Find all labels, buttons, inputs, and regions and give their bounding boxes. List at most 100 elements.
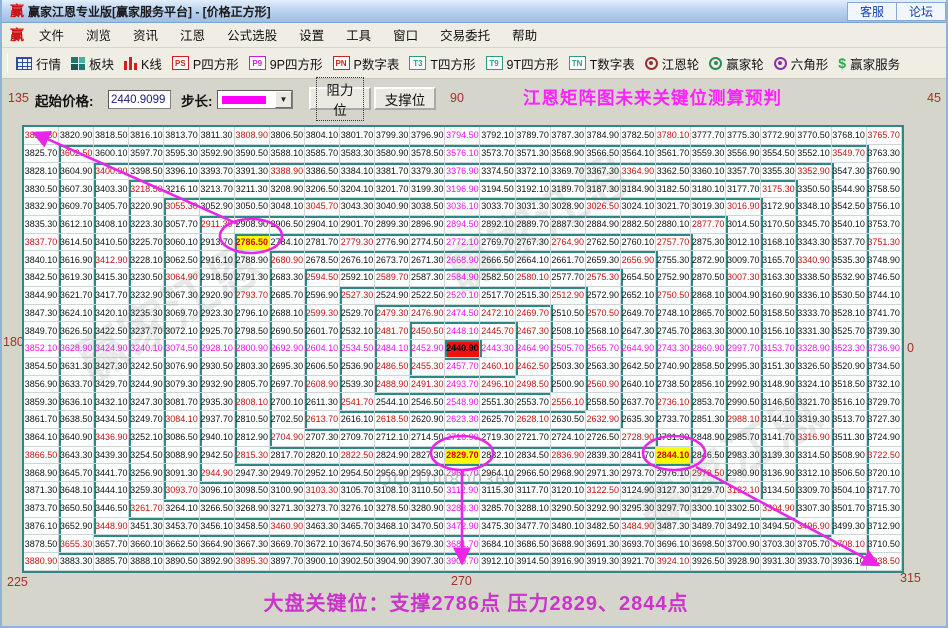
matrix-cell: 3919.30 <box>586 553 621 571</box>
matrix-cell: 2491.30 <box>410 376 445 394</box>
matrix-cell: 3724.90 <box>867 429 902 447</box>
matrix-cell: 3638.50 <box>59 411 94 429</box>
matrix-cell: 2632.90 <box>586 411 621 429</box>
matrix-cell: 2534.50 <box>340 340 375 358</box>
matrix-cell: 3374.50 <box>480 163 515 181</box>
toolbar-item-T数字表[interactable]: TNT数字表 <box>564 52 640 75</box>
matrix-cell: 2464.90 <box>516 340 551 358</box>
toolbar-item-9P四方形[interactable]: P99P四方形 <box>244 52 328 75</box>
matrix-cell: 3924.10 <box>656 553 691 571</box>
matrix-cell: 3477.70 <box>516 518 551 536</box>
toolbar-item-行情[interactable]: 行情 <box>11 52 66 75</box>
matrix-cell: 3280.90 <box>410 500 445 518</box>
toolbar-item-六角形[interactable]: 六角形 <box>769 52 834 75</box>
matrix-cell: 2498.50 <box>516 376 551 394</box>
matrix-cell: 2716.90 <box>445 429 480 447</box>
matrix-cell: 3184.90 <box>621 180 656 198</box>
menu-item-设置[interactable]: 设置 <box>288 26 335 46</box>
key-levels-status-text: 大盘关键位：支撑2786点 压力2829、2844点 <box>2 587 948 616</box>
matrix-cell-highlight-2829.70: 2829.70 <box>445 447 480 465</box>
matrix-cell: 3892.90 <box>200 553 235 571</box>
quote-grid-icon <box>16 57 32 70</box>
matrix-cell: 2997.70 <box>726 340 761 358</box>
matrix-cell: 3266.50 <box>200 500 235 518</box>
toolbar-item-P四方形[interactable]: PSP四方形 <box>167 52 244 75</box>
step-style-dropdown[interactable]: ▼ <box>217 90 293 109</box>
menu-item-窗口[interactable]: 窗口 <box>382 26 429 46</box>
matrix-cell: 2457.70 <box>445 358 480 376</box>
matrix-cell: 2572.90 <box>586 287 621 305</box>
matrix-cell: 3120.10 <box>551 482 586 500</box>
menu-item-资讯[interactable]: 资讯 <box>122 26 169 46</box>
matrix-cell: 2736.10 <box>656 393 691 411</box>
toolbar-item-江恩轮[interactable]: 江恩轮 <box>640 52 705 75</box>
start-price-input[interactable] <box>108 90 171 109</box>
gann-square-region: 180 3823.303820.903818.503816.103813.703… <box>2 122 948 574</box>
matrix-cell: 2709.70 <box>340 429 375 447</box>
toolbar-item-T四方形[interactable]: T3T四方形 <box>404 52 480 75</box>
toolbar-item-板块[interactable]: 板块 <box>66 52 119 75</box>
matrix-cell: 3352.90 <box>796 163 831 181</box>
matrix-cell: 3650.50 <box>59 500 94 518</box>
matrix-cell: 3499.30 <box>832 518 867 536</box>
matrix-cell: 3753.70 <box>867 216 902 234</box>
matrix-cell: 3583.30 <box>340 145 375 163</box>
matrix-cell: 2484.10 <box>375 340 410 358</box>
matrix-cell: 3295.30 <box>621 500 656 518</box>
matrix-cell: 3444.10 <box>94 482 129 500</box>
menu-item-公式选股[interactable]: 公式选股 <box>216 26 288 46</box>
matrix-cell: 2745.70 <box>656 322 691 340</box>
matrix-cell: 3453.70 <box>164 518 199 536</box>
toolbar-item-赢家服务[interactable]: $赢家服务 <box>833 52 905 75</box>
dropdown-arrow-icon[interactable]: ▼ <box>275 91 292 108</box>
matrix-cell: 3693.70 <box>621 535 656 553</box>
step-label: 步长: <box>181 90 213 110</box>
matrix-cell: 2940.10 <box>200 429 235 447</box>
matrix-cell: 3518.50 <box>832 376 867 394</box>
matrix-cell: 3336.10 <box>796 287 831 305</box>
start-price-label: 起始价格: <box>35 90 94 110</box>
toolbar-item-label: 行情 <box>36 54 61 73</box>
toolbar-item-9T四方形[interactable]: T99T四方形 <box>481 52 564 75</box>
toolbar-item-赢家轮[interactable]: 赢家轮 <box>704 52 769 75</box>
matrix-cell: 2827.30 <box>410 447 445 465</box>
matrix-cell: 2800.90 <box>235 340 270 358</box>
menu-item-工具[interactable]: 工具 <box>335 26 382 46</box>
matrix-cell: 2563.30 <box>586 358 621 376</box>
matrix-cell: 2781.70 <box>305 234 340 252</box>
toolbar-item-K线[interactable]: K线 <box>119 52 167 75</box>
matrix-cell: 3213.70 <box>200 180 235 198</box>
matrix-cell: 3333.70 <box>796 305 831 323</box>
toolbar-item-P数字表[interactable]: PNP数字表 <box>328 52 405 75</box>
matrix-cell: 3117.70 <box>516 482 551 500</box>
support-button[interactable]: 支撑位 <box>374 87 436 110</box>
customer-service-button[interactable]: 客服 <box>847 2 897 21</box>
matrix-cell: 3628.90 <box>59 340 94 358</box>
matrix-cell: 3340.90 <box>796 251 831 269</box>
matrix-cell: 3172.90 <box>761 198 796 216</box>
menu-item-浏览[interactable]: 浏览 <box>75 26 122 46</box>
matrix-cell: 3218.50 <box>129 180 164 198</box>
matrix-cell: 3916.90 <box>551 553 586 571</box>
matrix-cell: 3446.50 <box>94 500 129 518</box>
resistance-button[interactable]: 阻力位 <box>309 87 371 110</box>
matrix-cell: 2548.90 <box>445 393 480 411</box>
matrix-cell: 2505.70 <box>551 340 586 358</box>
matrix-cell: 3784.90 <box>586 127 621 145</box>
menu-item-江恩[interactable]: 江恩 <box>169 26 216 46</box>
matrix-cell: 3717.70 <box>867 482 902 500</box>
matrix-cell: 2755.30 <box>656 251 691 269</box>
matrix-cell: 2916.10 <box>200 251 235 269</box>
matrix-cell: 3710.50 <box>867 535 902 553</box>
menu-item-帮助[interactable]: 帮助 <box>501 26 548 46</box>
matrix-cell: 3669.70 <box>270 535 305 553</box>
matrix-cell: 2654.50 <box>621 269 656 287</box>
menu-item-文件[interactable]: 文件 <box>28 26 75 46</box>
menu-item-交易委托[interactable]: 交易委托 <box>429 26 501 46</box>
matrix-cell: 3662.50 <box>164 535 199 553</box>
matrix-cell: 3676.90 <box>375 535 410 553</box>
forum-button[interactable]: 论坛 <box>897 2 946 21</box>
matrix-cell: 2584.90 <box>445 269 480 287</box>
matrix-cell: 3612.10 <box>59 216 94 234</box>
dollar-icon: $ <box>838 55 846 71</box>
